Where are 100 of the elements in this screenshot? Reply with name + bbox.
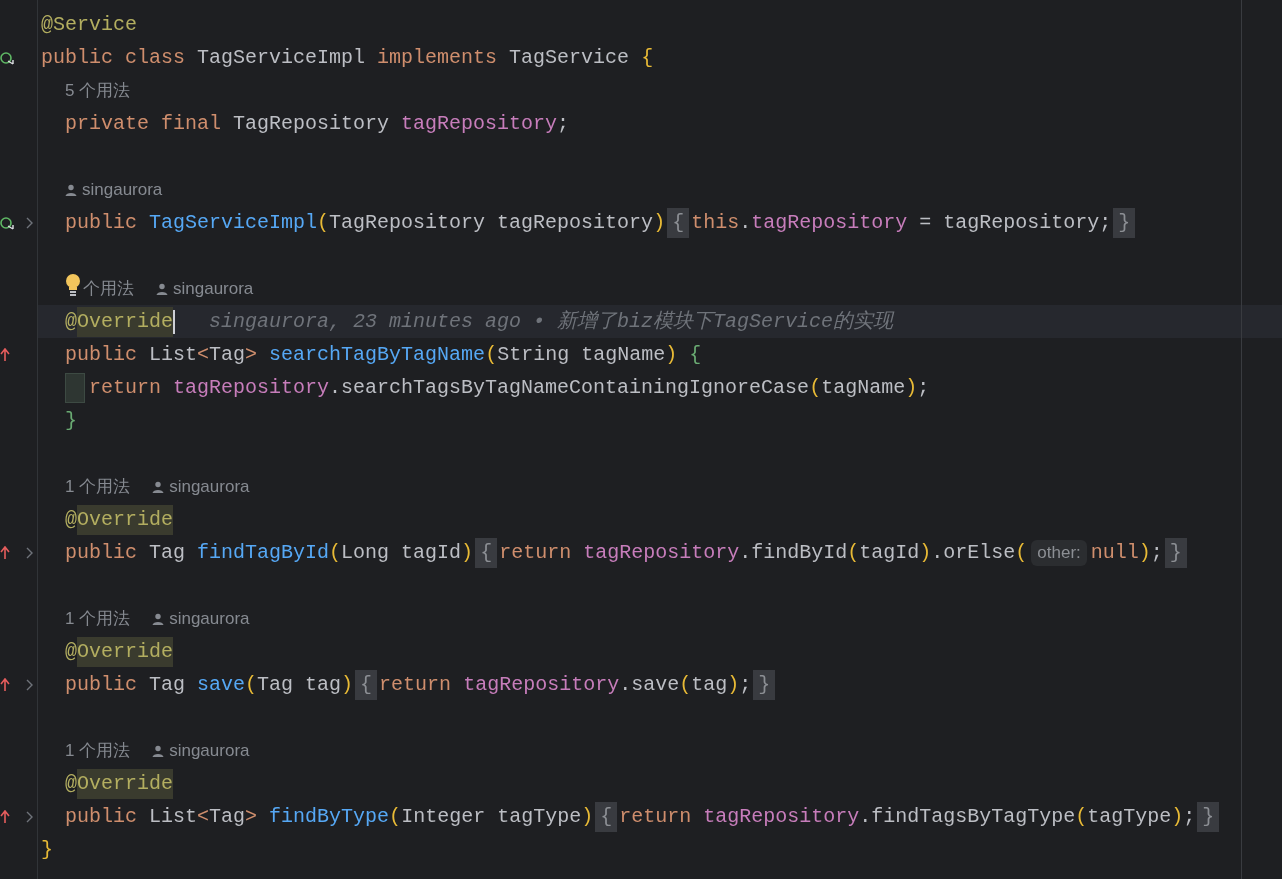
code-token: >: [245, 341, 259, 368]
arrow-up-icon[interactable]: [0, 677, 10, 692]
code-token: public: [65, 209, 138, 236]
usages-hint[interactable]: 1 个用法: [65, 737, 131, 764]
code-editor[interactable]: [0, 0, 1282, 879]
author-hint[interactable]: singaurora: [173, 275, 254, 302]
code-token: Integer tagType: [401, 803, 582, 830]
chevron-right-icon[interactable]: [26, 678, 34, 691]
implemented-icon[interactable]: [0, 50, 14, 65]
arrow-up-icon[interactable]: [0, 545, 10, 560]
usages-hint[interactable]: 1 个用法: [65, 473, 131, 500]
author-hint[interactable]: singaurora: [169, 737, 250, 764]
folded-code-block[interactable]: {: [355, 669, 378, 700]
code-token: .: [739, 209, 752, 236]
code-token: TagService: [509, 44, 631, 71]
code-token: .searchTagsByTagNameContainingIgnoreCase: [329, 374, 810, 401]
folded-code-block[interactable]: }: [1113, 207, 1136, 238]
code-token: Tag: [149, 671, 187, 698]
code-token: Override: [77, 504, 174, 535]
code-token: .save: [619, 671, 680, 698]
implemented-icon[interactable]: [0, 215, 14, 230]
code-token: this: [691, 209, 740, 236]
author-hint[interactable]: singaurora: [169, 605, 250, 632]
folded-code-block[interactable]: }: [1197, 801, 1220, 832]
code-token: @: [65, 308, 77, 335]
code-token: (: [317, 209, 330, 236]
folded-code-block[interactable]: {: [595, 801, 618, 832]
code-token: tagRepository: [583, 539, 740, 566]
code-token: ): [653, 209, 666, 236]
code-token: public: [65, 539, 138, 566]
chevron-right-icon[interactable]: [26, 216, 34, 229]
folded-code-block[interactable]: }: [1164, 537, 1187, 568]
folded-code-block[interactable]: }: [753, 669, 776, 700]
usages-hint[interactable]: 1 个用法: [65, 605, 131, 632]
lightbulb-icon[interactable]: [65, 273, 81, 296]
code-token: implements: [377, 44, 499, 71]
person-icon: [152, 612, 165, 625]
code-token: (: [809, 374, 822, 401]
usages-hint[interactable]: 个用法: [83, 275, 134, 302]
code-token: save: [197, 671, 246, 698]
chevron-right-icon[interactable]: [26, 546, 34, 559]
chevron-right-icon[interactable]: [26, 810, 34, 823]
code-token: (: [679, 671, 692, 698]
code-token: = tagRepository;: [918, 209, 1112, 236]
person-icon: [156, 282, 168, 295]
author-hint[interactable]: singaurora: [169, 473, 250, 500]
code-token: (: [1015, 539, 1028, 566]
code-token: .findTagsByTagType: [859, 803, 1076, 830]
code-token: tag: [691, 671, 728, 698]
folded-code-block[interactable]: {: [667, 207, 690, 238]
code-token: (: [485, 341, 498, 368]
code-token: Long tagId: [341, 539, 462, 566]
arrow-up-icon[interactable]: [0, 809, 10, 824]
code-token: tagRepository: [173, 374, 330, 401]
code-token: return: [89, 374, 162, 401]
arrow-up-icon[interactable]: [0, 347, 10, 362]
code-token: ;: [1150, 539, 1163, 566]
code-token: Override: [77, 768, 174, 799]
code-token: public: [65, 671, 138, 698]
code-token: ): [905, 374, 918, 401]
code-token: Override: [77, 636, 174, 667]
code-token: ): [665, 341, 679, 368]
code-token: tagRepository: [703, 803, 860, 830]
code-token: TagServiceImpl: [197, 44, 367, 71]
code-token: .findById: [739, 539, 848, 566]
code-token: String tagName: [497, 341, 666, 368]
person-icon: [152, 480, 165, 493]
code-token: tagRepository: [751, 209, 908, 236]
person-icon: [152, 744, 165, 757]
code-token: (: [245, 671, 258, 698]
author-hint[interactable]: singaurora: [82, 176, 163, 203]
folded-code-block[interactable]: {: [475, 537, 498, 568]
code-token: ): [727, 671, 740, 698]
code-token: tagType: [1087, 803, 1172, 830]
code-token: public: [65, 341, 138, 368]
code-token: .orElse: [931, 539, 1016, 566]
code-token: ;: [1183, 803, 1196, 830]
code-token: tagRepository: [463, 671, 620, 698]
code-token: TagServiceImpl: [149, 209, 318, 236]
code-token: @: [65, 770, 77, 797]
code-token: ;: [557, 110, 570, 137]
code-token: tagName: [821, 374, 906, 401]
code-token: (: [847, 539, 860, 566]
code-token: tagRepository: [401, 110, 558, 137]
code-token: (: [389, 803, 402, 830]
code-token: List: [149, 803, 198, 830]
code-token: <: [197, 803, 210, 830]
blame-annotation: singaurora, 23 minutes ago • 新增了biz模块下TagService的实现: [209, 308, 894, 335]
code-token: ;: [917, 374, 930, 401]
code-token: @Service: [41, 11, 137, 38]
code-token: (: [329, 539, 342, 566]
code-token: ): [919, 539, 932, 566]
code-token: searchTagByTagName: [269, 341, 486, 368]
code-token: @: [65, 506, 77, 533]
code-token: <: [197, 341, 210, 368]
code-token: TagRepository: [233, 110, 391, 137]
usages-hint[interactable]: 5 个用法: [65, 77, 131, 104]
code-token: TagRepository tagRepository: [329, 209, 654, 236]
code-token: return: [499, 539, 573, 566]
code-token: List: [149, 341, 198, 368]
